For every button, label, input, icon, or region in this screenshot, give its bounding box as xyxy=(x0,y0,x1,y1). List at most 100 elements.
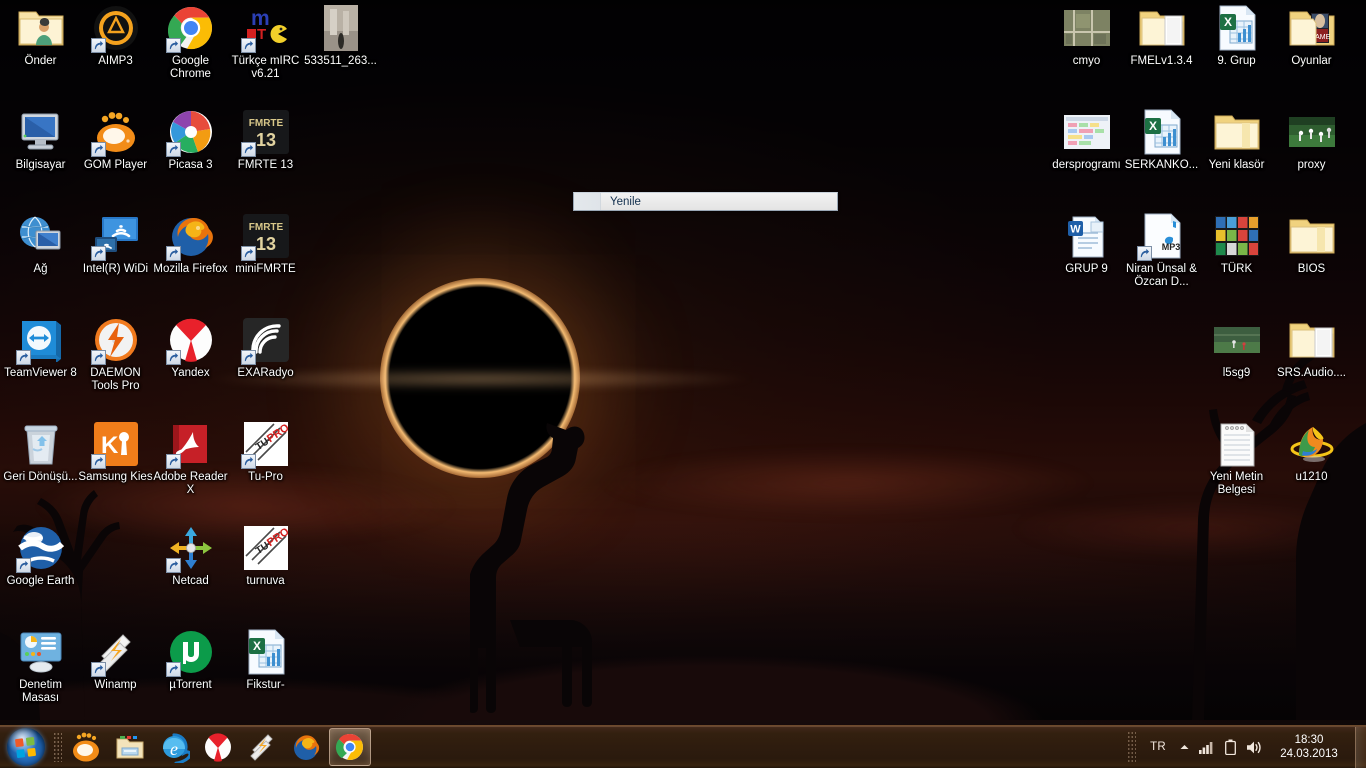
tupro-icon: TU- PRO xyxy=(240,420,290,469)
desktop-icon-u1210[interactable]: u1210 xyxy=(1274,420,1349,484)
desktop-icon-label: proxy xyxy=(1297,159,1326,171)
desktop-icon-intel-r-widi[interactable]: Intel(R) WiDi xyxy=(78,212,153,276)
desktop-icon-denetim-masası[interactable]: Denetim Masası xyxy=(3,628,78,705)
desktop-icon-adobe-reader-x[interactable]: Adobe Reader X xyxy=(153,420,228,497)
svg-text:W: W xyxy=(1070,224,1081,236)
desktop-icon-9-grup[interactable]: X 9. Grup xyxy=(1199,4,1274,68)
taskbar-item-mozilla-firefox[interactable] xyxy=(285,728,327,766)
tray-language-indicator[interactable]: TR xyxy=(1143,741,1173,753)
word-doc-icon: W xyxy=(1063,212,1111,260)
desktop-icon-torrent[interactable]: µTorrent xyxy=(153,628,228,692)
desktop-icon-önder[interactable]: Önder xyxy=(3,4,78,68)
svg-text:X: X xyxy=(1148,119,1156,133)
chevron-up-icon xyxy=(1180,744,1188,749)
schedule-thumbnail-icon xyxy=(1063,108,1111,156)
desktop-icon-label: SERKANKO... xyxy=(1124,159,1199,171)
desktop-icon-l5sg9[interactable]: l5sg9 xyxy=(1199,316,1274,380)
desktop-icon-winamp[interactable]: Winamp xyxy=(78,628,153,692)
taskbar: e TR 18:30 24.03.2013 xyxy=(0,725,1366,768)
tray-volume-button[interactable] xyxy=(1241,740,1267,755)
desktop-icon-cmyo[interactable]: cmyo xyxy=(1049,4,1124,68)
tray-show-hidden-icons-button[interactable] xyxy=(1173,742,1195,753)
taskbar-item-google-chrome[interactable] xyxy=(329,728,371,766)
desktop-icon-label: Samsung Kies xyxy=(78,471,153,483)
desktop-icon-aimp3[interactable]: AIMP3 xyxy=(78,4,153,68)
desktop-icon-türk[interactable]: TÜRK xyxy=(1199,212,1274,276)
desktop-icon-fikstur[interactable]: X Fikstur- xyxy=(228,628,303,692)
shortcut-overlay-icon xyxy=(240,350,256,365)
desktop-icon-netcad[interactable]: Netcad xyxy=(153,524,228,588)
desktop-icon-label: Netcad xyxy=(172,575,209,587)
desktop-icon-daemon-tools-pro[interactable]: DAEMON Tools Pro xyxy=(78,316,153,393)
taskbar-item-gom-player[interactable] xyxy=(65,728,107,766)
desktop-icon-label: Intel(R) WiDi xyxy=(82,263,149,275)
desktop-icon-bilgisayar[interactable]: Bilgisayar xyxy=(3,108,78,172)
fmrte-icon: FMRTE 13 xyxy=(240,212,290,261)
desktop-icon-serkanko[interactable]: X SERKANKO... xyxy=(1124,108,1199,172)
desktop-icon-dersprogramı[interactable]: dersprogramı xyxy=(1049,108,1124,172)
taskbar-grip-handle[interactable] xyxy=(53,732,62,762)
desktop-icon-grup-9[interactable]: W GRUP 9 xyxy=(1049,212,1124,276)
desktop-icon-ağ[interactable]: Ağ xyxy=(3,212,78,276)
desktop-icon-exaradyo[interactable]: EXARadyo xyxy=(228,316,303,380)
desktop-icon-minifmrte[interactable]: FMRTE 13 miniFMRTE xyxy=(228,212,303,276)
taskbar-clock[interactable]: 18:30 24.03.2013 xyxy=(1267,733,1351,761)
start-button[interactable] xyxy=(1,727,50,768)
start-orb-icon xyxy=(6,728,45,766)
desktop-icon-label: Niran Ünsal & Özcan D... xyxy=(1126,263,1197,288)
desktop-icon-label: cmyo xyxy=(1072,55,1101,67)
context-menu-item-refresh[interactable]: Yenile xyxy=(601,196,641,208)
taskbar-item-yandex[interactable] xyxy=(197,728,239,766)
desktop-icon-teamviewer-8[interactable]: TeamViewer 8 xyxy=(3,316,78,380)
desktop-icon-srs-audio[interactable]: SRS.Audio.... xyxy=(1274,316,1349,380)
shortcut-overlay-icon xyxy=(165,246,181,261)
desktop-icon-label: u1210 xyxy=(1295,471,1328,483)
desktop-icon-label: Bilgisayar xyxy=(15,159,66,171)
tray-battery-button[interactable] xyxy=(1219,739,1241,755)
desktop-icon-google-earth[interactable]: Google Earth xyxy=(3,524,78,588)
samsung-kies-icon: K xyxy=(90,420,140,469)
desktop-icon-fmrte-13[interactable]: FMRTE 13 FMRTE 13 xyxy=(228,108,303,172)
desktop-icon-oyunlar[interactable]: GAME Oyunlar xyxy=(1274,4,1349,68)
desktop-icon-label: Winamp xyxy=(94,679,137,691)
taskbar-item-winamp[interactable] xyxy=(241,728,283,766)
desktop-icon-label: EXARadyo xyxy=(237,367,294,379)
desktop-icon-tu-pro[interactable]: TU- PRO Tu-Pro xyxy=(228,420,303,484)
desktop-icon-proxy[interactable]: proxy xyxy=(1274,108,1349,172)
desktop-icon-label: Türkçe mIRC v6.21 xyxy=(231,55,300,80)
desktop-icon-yeni-klasör[interactable]: Yeni klasör xyxy=(1199,108,1274,172)
desktop-icon-türkçe-mirc-v6-21[interactable]: m T Türkçe mIRC v6.21 xyxy=(228,4,303,81)
desktop-icon-turnuva[interactable]: TU- PRO turnuva xyxy=(228,524,303,588)
desktop-icon-niran-ünsal-özcan-d[interactable]: MP3 Niran Ünsal & Özcan D... xyxy=(1124,212,1199,289)
show-desktop-button[interactable] xyxy=(1355,726,1366,768)
system-tray: TR 18:30 24.03.2013 xyxy=(1127,726,1366,768)
desktop-icon-yandex[interactable]: Yandex xyxy=(153,316,228,380)
winamp-icon xyxy=(90,628,140,677)
taskbar-item-windows-explorer[interactable] xyxy=(109,728,151,766)
desktop-icon-bios[interactable]: BIOS xyxy=(1274,212,1349,276)
desktop-icon-label: SRS.Audio.... xyxy=(1276,367,1347,379)
desktop-icon-gom-player[interactable]: GOM Player xyxy=(78,108,153,172)
volume-icon xyxy=(1246,741,1261,753)
desktop-icon-geri-dönüşü[interactable]: Geri Dönüşü... xyxy=(3,420,78,484)
desktop-icon-fmelv1-3-4[interactable]: FMELv1.3.4 xyxy=(1124,4,1199,68)
notepad-doc-icon xyxy=(1213,420,1261,468)
desktop-icon-google-chrome[interactable]: Google Chrome xyxy=(153,4,228,81)
tray-grip-handle[interactable] xyxy=(1127,731,1137,763)
desktop-icon-label: Google Chrome xyxy=(170,55,211,80)
tray-network-button[interactable] xyxy=(1195,740,1219,754)
desktop-icon-samsung-kies[interactable]: K Samsung Kies xyxy=(78,420,153,484)
desktop-icon-label: Yandex xyxy=(171,367,210,379)
computer-icon xyxy=(17,108,65,156)
taskbar-item-internet-explorer[interactable]: e xyxy=(153,728,195,766)
desktop-icon-picasa-3[interactable]: Picasa 3 xyxy=(153,108,228,172)
clock-date: 24.03.2013 xyxy=(1280,748,1338,760)
desktop-icon-mozilla-firefox[interactable]: Mozilla Firefox xyxy=(153,212,228,276)
context-menu[interactable]: Yenile xyxy=(573,192,838,211)
desktop-icon-533511-263[interactable]: 533511_263... xyxy=(303,4,378,68)
desktop-icon-label: turnuva xyxy=(246,575,285,587)
desktop-icon-label: µTorrent xyxy=(169,679,212,691)
desktop-icon-yeni-metin-belgesi[interactable]: Yeni Metin Belgesi xyxy=(1199,420,1274,497)
network-icon xyxy=(17,212,65,260)
desktop-icon-label: Oyunlar xyxy=(1291,55,1332,67)
